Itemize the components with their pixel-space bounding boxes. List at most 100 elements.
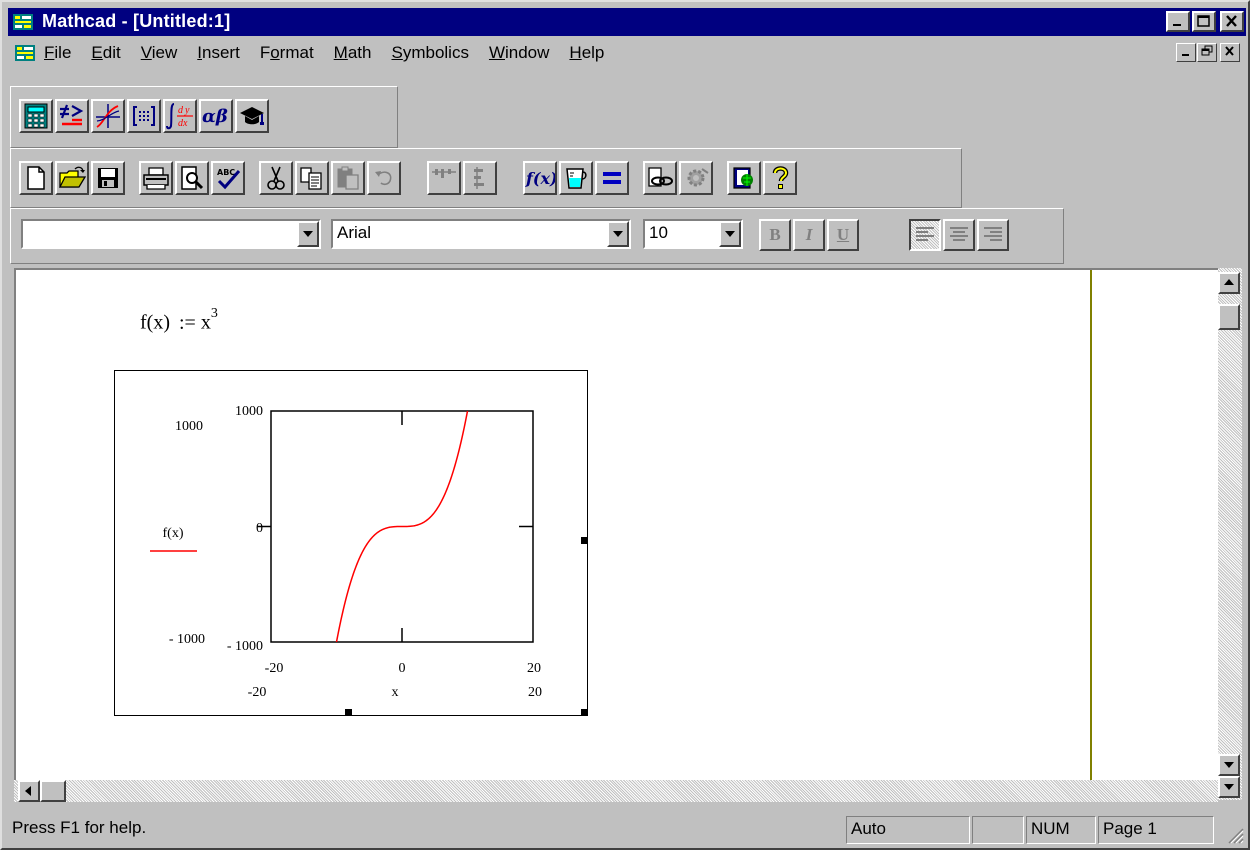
font-dropdown-arrow[interactable] [607,221,629,247]
minimize-button[interactable] [1166,11,1190,32]
svg-text:y: y [184,105,190,116]
worksheet[interactable]: f(x) := x3 1000 1000 0 - 1000 - 1000 -20… [14,268,1218,782]
font-select[interactable]: Arial [331,219,631,249]
svg-text:αβ: αβ [202,106,228,127]
doc-minimize-button[interactable] [1176,43,1196,62]
scroll-down-button[interactable] [1218,754,1240,776]
symbolic-palette-button[interactable] [235,99,269,133]
undo-button[interactable] [367,161,401,195]
print-button[interactable] [139,161,173,195]
align-center-button[interactable] [943,219,975,251]
graph-palette-button[interactable] [91,99,125,133]
maximize-icon [1197,15,1210,27]
scroll-up-button[interactable] [1218,272,1240,294]
calculus-palette-button[interactable]: d dx y [163,99,197,133]
definition-lhs: f(x) [140,311,170,334]
insert-hyperlink-button[interactable] [643,161,677,195]
menu-math[interactable]: Math [334,43,372,63]
integral-derivative-icon: d dx y [166,103,193,130]
close-icon [1226,15,1237,27]
menu-edit[interactable]: Edit [91,43,120,63]
vertical-scroll-thumb[interactable] [1218,304,1240,330]
mathcad-window: Mathcad - [Untitled:1] File Edit View Inser… [0,0,1250,850]
resize-grip-icon[interactable] [1226,826,1244,844]
spell-check-button[interactable]: ABC [211,161,245,195]
copy-button[interactable] [295,161,329,195]
horizontal-scrollbar[interactable] [14,780,1218,802]
align-left-button[interactable] [909,219,941,251]
menu-format[interactable]: Format [260,43,314,63]
help-button[interactable] [763,161,797,195]
menu-view[interactable]: View [141,43,178,63]
matrix-palette-button[interactable] [127,99,161,133]
help-question-icon [772,166,789,189]
svg-text:f(x): f(x) [525,169,555,188]
close-button[interactable] [1220,11,1244,32]
standard-toolbar: ABC f(x) [10,148,962,208]
resize-handle-right[interactable] [581,537,588,544]
menu-window[interactable]: Window [489,43,549,63]
doc-close-button[interactable] [1220,43,1240,62]
plot-region[interactable]: 1000 1000 0 - 1000 - 1000 -20 0 20 -20 x… [114,370,588,716]
status-bar: Press F1 for help. Auto NUM Page 1 [8,814,1246,846]
book-icon [733,167,753,189]
horizontal-scroll-thumb[interactable] [40,780,66,802]
align-top-button[interactable] [427,161,461,195]
align-down-button[interactable] [463,161,497,195]
greek-alpha-beta-icon: αβ [202,106,228,127]
font-size-select[interactable]: 10 [643,219,743,249]
align-right-button[interactable] [977,219,1009,251]
status-help-text: Press F1 for help. [12,818,147,837]
save-button[interactable] [91,161,125,195]
insert-function-button[interactable]: f(x) [523,161,557,195]
copy-icon [300,167,322,190]
right-margin-line [1090,270,1092,782]
resize-handle-bottom[interactable] [345,709,352,716]
mathcad-app-icon[interactable] [12,12,34,32]
greek-palette-button[interactable]: αβ [199,99,233,133]
paste-button[interactable] [331,161,365,195]
maximize-button[interactable] [1192,11,1216,32]
menu-symbolics[interactable]: Symbolics [391,43,468,63]
floppy-disk-icon [98,168,118,188]
legend-label: f(x) [163,526,184,541]
resource-center-button[interactable] [727,161,761,195]
new-button[interactable] [19,161,53,195]
not-equal-icon [60,104,84,126]
menu-insert[interactable]: Insert [197,43,240,63]
insert-unit-button[interactable] [559,161,593,195]
cut-button[interactable] [259,161,293,195]
document-icon[interactable] [14,43,36,63]
vertical-scrollbar[interactable] [1218,268,1242,800]
scroll-left-button[interactable] [18,780,40,802]
menu-help[interactable]: Help [569,43,604,63]
title-bar[interactable]: Mathcad - [Untitled:1] [8,8,1246,36]
status-mode: Auto [846,816,970,844]
component-wizard-button[interactable] [679,161,713,195]
resize-handle-corner[interactable] [581,709,588,716]
equals-icon [603,172,621,184]
y-tick-zero: 0 [256,521,263,536]
calculate-button[interactable] [595,161,629,195]
function-icon: f(x) [525,169,555,188]
menu-bar: File Edit View Insert Format Math Symbolics Win… [8,38,1246,68]
style-select[interactable] [21,219,321,249]
italic-button[interactable]: I [793,219,825,251]
menu-file[interactable]: File [44,43,71,63]
bold-button[interactable]: B [759,219,791,251]
print-preview-button[interactable] [175,161,209,195]
scroll-down-button-2[interactable] [1218,776,1240,798]
underline-button[interactable]: U [827,219,859,251]
function-definition[interactable]: f(x) := x3 [140,306,218,335]
open-button[interactable] [55,161,89,195]
style-dropdown-arrow[interactable] [297,221,319,247]
calculator-palette-button[interactable] [19,99,53,133]
evaluation-palette-button[interactable] [55,99,89,133]
font-size-dropdown-arrow[interactable] [719,221,741,247]
x-tick-zero: 0 [399,661,406,676]
doc-restore-button[interactable] [1197,43,1217,62]
underline-label: U [836,225,850,244]
svg-text:d: d [178,105,184,116]
xy-plot[interactable]: 1000 1000 0 - 1000 - 1000 -20 0 20 -20 x… [115,371,585,713]
paste-icon [337,166,359,190]
